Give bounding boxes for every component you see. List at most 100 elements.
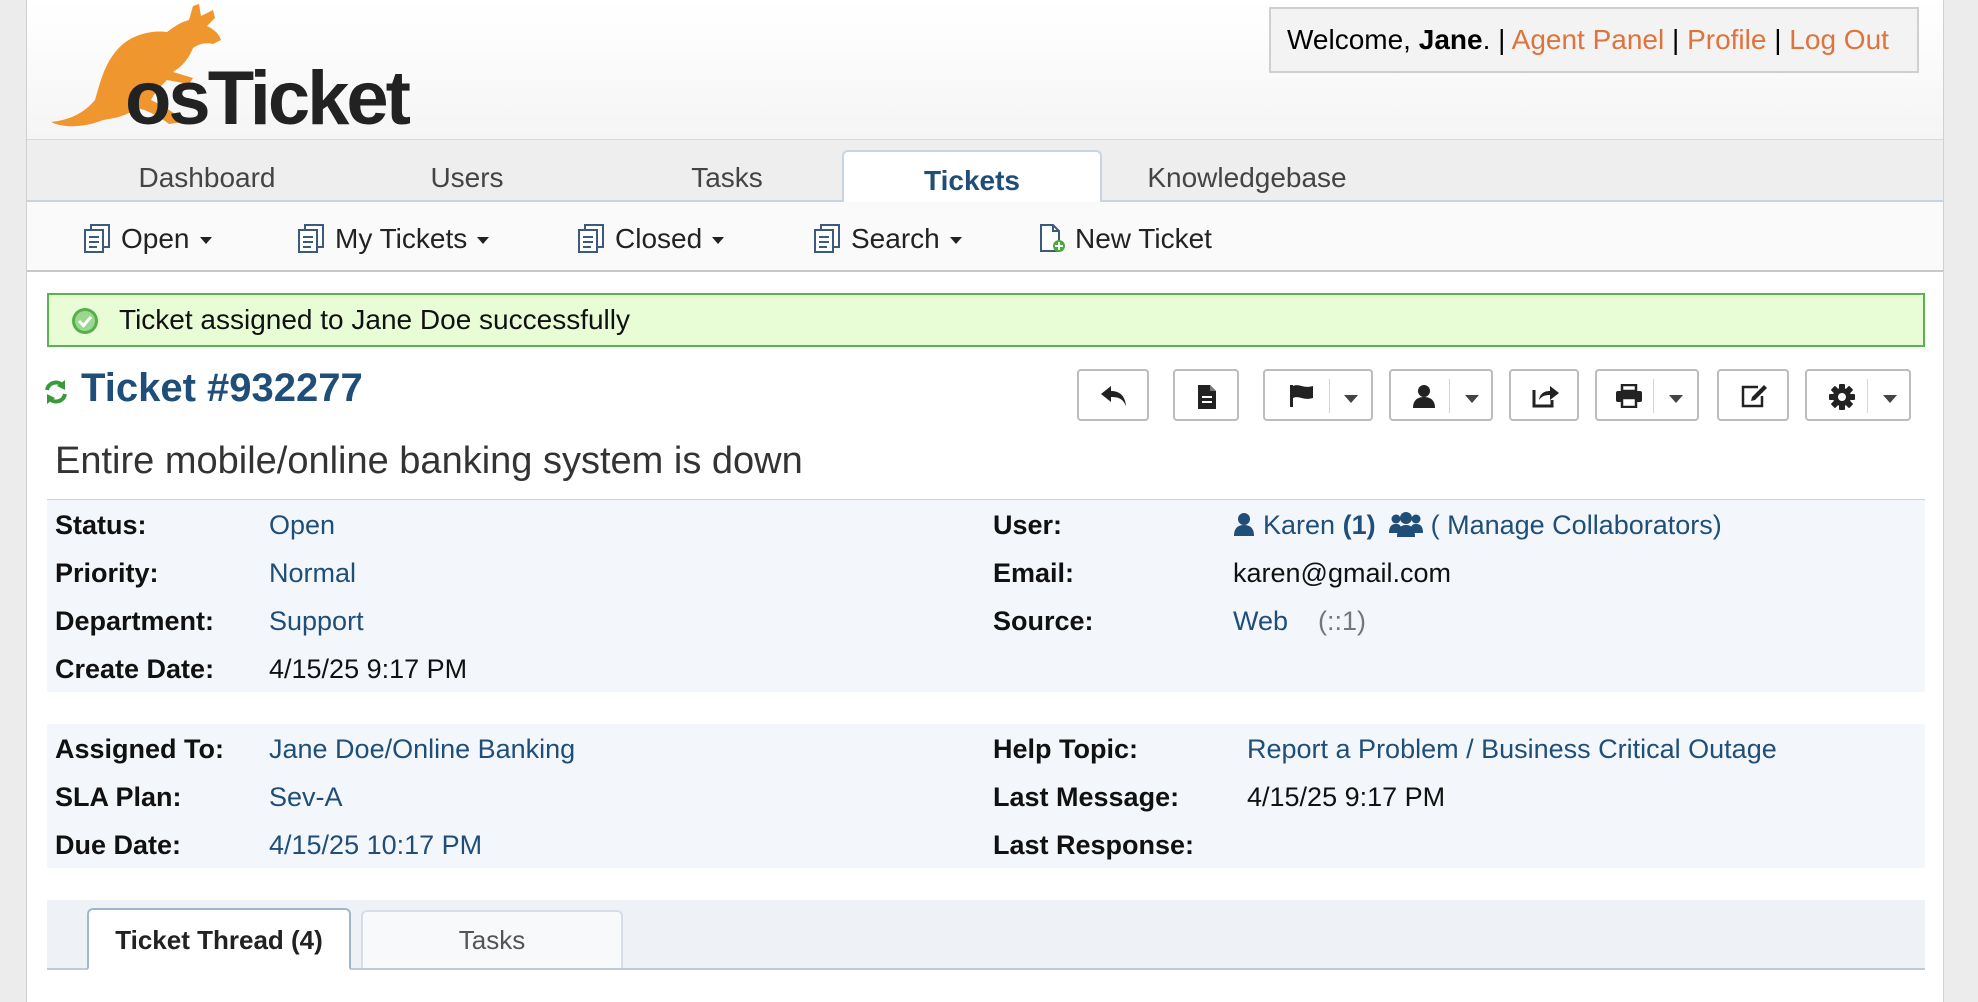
osticket-logo[interactable]: osTicket xyxy=(43,0,473,132)
help-topic-value[interactable]: Report a Problem / Business Critical Out… xyxy=(1247,734,1777,765)
create-date-value: 4/15/25 9:17 PM xyxy=(269,654,468,684)
ticket-title[interactable]: Ticket #932277 xyxy=(81,366,363,411)
email-value: karen@gmail.com xyxy=(1233,558,1451,588)
subnav-my-tickets-label: My Tickets xyxy=(335,223,468,254)
tab-tasks[interactable]: Tasks xyxy=(361,910,623,968)
source-link[interactable]: Web xyxy=(1233,606,1288,636)
agent-panel-link[interactable]: Agent Panel xyxy=(1512,24,1665,55)
transfer-button[interactable] xyxy=(1509,369,1579,421)
post-note-button[interactable] xyxy=(1173,369,1239,421)
last-message-label: Last Message: xyxy=(993,782,1180,812)
due-date-value[interactable]: 4/15/25 10:17 PM xyxy=(269,830,482,861)
tab-tickets[interactable]: Tickets xyxy=(842,150,1102,203)
user-label: User: xyxy=(993,510,1063,540)
link-separator: | xyxy=(1766,24,1790,55)
button-divider xyxy=(1653,379,1654,413)
create-date-label: Create Date: xyxy=(55,654,215,684)
flag-icon xyxy=(1290,385,1313,407)
subnav-my-tickets[interactable]: My Tickets xyxy=(295,202,490,270)
user-name-link[interactable]: Karen xyxy=(1263,510,1335,540)
refresh-icon[interactable] xyxy=(43,378,69,406)
tab-knowledgebase[interactable]: Knowledgebase xyxy=(1107,140,1387,201)
subnav-new-ticket-label: New Ticket xyxy=(1075,223,1212,254)
due-date-label: Due Date: xyxy=(55,830,182,860)
tab-tasks[interactable]: Tasks xyxy=(617,140,837,201)
source-ip: (::1) xyxy=(1318,606,1367,636)
sub-nav: Open My Tickets Closed Search New Ticket xyxy=(27,202,1943,272)
last-message-value: 4/15/25 9:17 PM xyxy=(1247,782,1446,812)
edit-button[interactable] xyxy=(1717,369,1789,421)
ticket-subject: Entire mobile/online banking system is d… xyxy=(55,440,803,482)
logout-link[interactable]: Log Out xyxy=(1789,24,1889,55)
button-divider xyxy=(1449,379,1450,413)
subnav-closed-label: Closed xyxy=(615,223,703,254)
header: osTicket Welcome, Jane. | Agent Panel | … xyxy=(27,0,1943,139)
chevron-down-icon xyxy=(1883,395,1897,403)
logo-wordmark: osTicket xyxy=(125,56,411,132)
subnav-new-ticket[interactable]: New Ticket xyxy=(1035,202,1212,270)
more-actions-button[interactable] xyxy=(1805,369,1911,421)
welcome-user: Jane xyxy=(1418,24,1483,55)
chevron-down-icon xyxy=(712,237,725,245)
subnav-open-label: Open xyxy=(121,223,190,254)
assigned-to-value[interactable]: Jane Doe/Online Banking xyxy=(269,734,575,765)
page: osTicket Welcome, Jane. | Agent Panel | … xyxy=(26,0,1944,1002)
tickets-icon xyxy=(814,223,840,253)
subnav-closed[interactable]: Closed xyxy=(575,202,725,270)
new-ticket-icon xyxy=(1040,223,1065,252)
welcome-suffix: . | xyxy=(1482,24,1512,55)
chevron-down-icon xyxy=(949,237,962,245)
department-value[interactable]: Support xyxy=(269,606,364,637)
link-separator: | xyxy=(1664,24,1688,55)
welcome-bar: Welcome, Jane. | Agent Panel | Profile |… xyxy=(1269,7,1919,73)
source-label: Source: xyxy=(993,606,1094,636)
success-alert: Ticket assigned to Jane Doe successfully xyxy=(47,293,1925,347)
subnav-search[interactable]: Search xyxy=(811,202,962,270)
priority-value[interactable]: Normal xyxy=(269,558,356,589)
welcome-prefix: Welcome, xyxy=(1287,24,1419,55)
source-value: Web (::1) xyxy=(1233,606,1366,637)
button-divider xyxy=(1329,379,1330,413)
thread-tab-bar: Ticket Thread (4) Tasks xyxy=(47,900,1925,970)
assigned-to-label: Assigned To: xyxy=(55,734,225,764)
transfer-icon xyxy=(1532,386,1559,408)
user-value: Karen (1) ( Manage Collaborators) xyxy=(1233,510,1722,541)
print-button[interactable] xyxy=(1595,369,1699,421)
manage-collaborators-link[interactable]: ( Manage Collaborators) xyxy=(1431,510,1722,540)
assign-button[interactable] xyxy=(1389,369,1493,421)
tickets-icon xyxy=(84,223,110,253)
gear-icon xyxy=(1829,384,1855,410)
priority-label: Priority: xyxy=(55,558,159,588)
tab-dashboard[interactable]: Dashboard xyxy=(87,140,327,201)
help-topic-label: Help Topic: xyxy=(993,734,1138,764)
ticket-info-table: Status: Open Priority: Normal Department… xyxy=(47,500,1925,692)
tickets-icon xyxy=(298,223,324,253)
status-label: Status: xyxy=(55,510,147,540)
sla-plan-label: SLA Plan: xyxy=(55,782,182,812)
flag-status-button[interactable] xyxy=(1263,369,1373,421)
assignment-info-table: Assigned To: Jane Doe/Online Banking SLA… xyxy=(47,724,1925,868)
chevron-down-icon xyxy=(199,237,212,245)
note-icon xyxy=(1198,385,1216,409)
user-ticket-count[interactable]: (1) xyxy=(1343,510,1376,540)
chevron-down-icon xyxy=(1344,395,1358,403)
assign-user-icon xyxy=(1413,385,1435,408)
last-response-label: Last Response: xyxy=(993,830,1195,860)
tab-ticket-thread[interactable]: Ticket Thread (4) xyxy=(87,908,351,970)
subnav-open[interactable]: Open xyxy=(81,202,212,270)
alert-message: Ticket assigned to Jane Doe successfully xyxy=(119,304,630,335)
print-icon xyxy=(1616,384,1642,408)
collaborators-icon xyxy=(1389,512,1424,537)
email-label: Email: xyxy=(993,558,1075,588)
status-value[interactable]: Open xyxy=(269,510,335,541)
department-label: Department: xyxy=(55,606,215,636)
reply-button[interactable] xyxy=(1077,369,1149,421)
reply-icon xyxy=(1101,386,1126,406)
edit-icon xyxy=(1741,385,1767,408)
sla-plan-value[interactable]: Sev-A xyxy=(269,782,343,813)
tab-users[interactable]: Users xyxy=(357,140,577,201)
profile-link[interactable]: Profile xyxy=(1687,24,1766,55)
success-check-icon xyxy=(72,308,98,334)
chevron-down-icon xyxy=(1669,395,1683,403)
chevron-down-icon xyxy=(1465,395,1479,403)
